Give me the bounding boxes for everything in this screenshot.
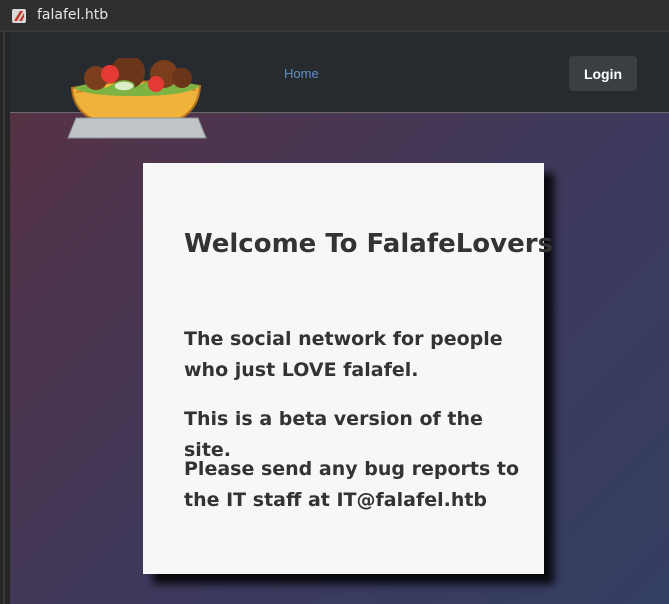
bug-report-paragraph: Please send any bug reports to the IT st… — [184, 458, 520, 511]
welcome-card: Welcome To FalafeLovers The social netwo… — [143, 163, 553, 574]
left-gutter — [0, 32, 10, 604]
browser-tab-bar: falafel.htb — [0, 0, 669, 32]
web-page: Home Login Welcome To FalafeLovers The s… — [10, 32, 669, 604]
login-button[interactable]: Login — [569, 56, 637, 91]
intro-paragraph: The social network for people who just L… — [184, 328, 503, 381]
welcome-heading: Welcome To FalafeLovers — [184, 229, 554, 259]
falafel-lovers-logo[interactable] — [66, 58, 208, 144]
site-favicon-icon — [12, 9, 26, 23]
gutter-line — [3, 32, 5, 604]
nav-home-link[interactable]: Home — [284, 66, 319, 81]
browser-tab-title[interactable]: falafel.htb — [37, 7, 108, 23]
